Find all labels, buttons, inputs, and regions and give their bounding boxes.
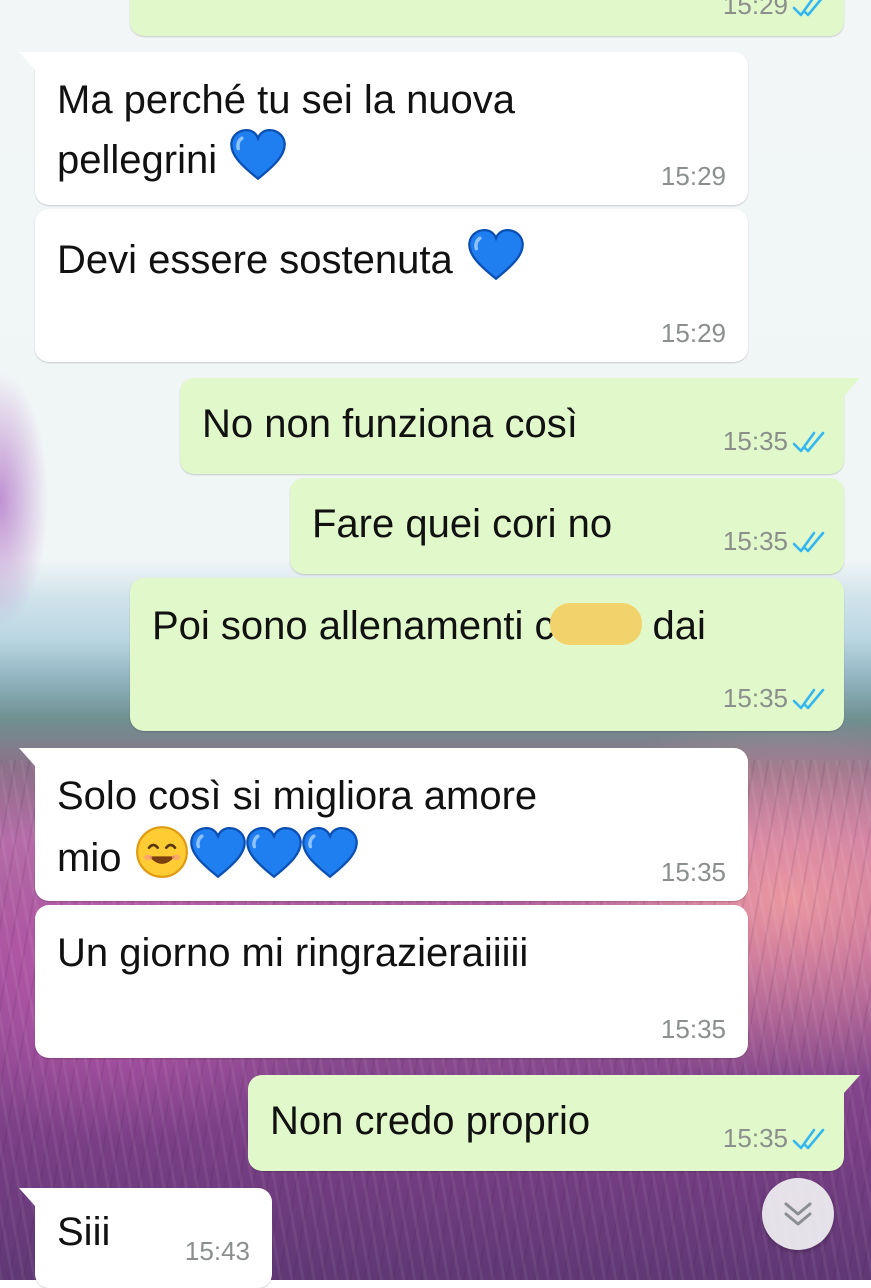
- message-text: Poi sono allenamenti c: [152, 604, 555, 648]
- smiling-face-emoji-icon: [135, 825, 189, 879]
- scroll-to-bottom-button[interactable]: [762, 1178, 834, 1250]
- message-time: 15:35: [722, 526, 788, 556]
- read-receipt-icon: [792, 0, 826, 18]
- read-receipt-icon: [792, 530, 826, 554]
- outgoing-message[interactable]: Non credo proprio 15:35: [248, 1075, 860, 1171]
- message-text: Un giorno mi ringrazieraiiiii: [57, 931, 529, 975]
- incoming-message[interactable]: Ma perché tu sei la nuova pellegrini 15:…: [19, 52, 748, 205]
- outgoing-message[interactable]: Fare quei cori no 15:35: [290, 478, 844, 574]
- message-text: No non funziona così: [202, 402, 578, 446]
- read-receipt-icon: [792, 430, 826, 454]
- double-chevron-down-icon: [784, 1202, 812, 1226]
- read-receipt-icon: [792, 687, 826, 711]
- read-receipt-icon: [792, 1127, 826, 1151]
- message-time: 15:43: [184, 1236, 250, 1266]
- message-text: Fare quei cori no: [312, 502, 613, 546]
- outgoing-message[interactable]: No non funziona così 15:35: [180, 378, 860, 474]
- message-text: Siii: [57, 1210, 111, 1254]
- incoming-message[interactable]: Un giorno mi ringrazieraiiiii 15:35: [35, 905, 748, 1058]
- blue-heart-emoji-icon: [189, 827, 247, 879]
- message-time: 15:35: [660, 857, 726, 887]
- message-time: 15:29: [722, 0, 788, 20]
- incoming-message[interactable]: Devi essere sostenuta 15:29: [35, 209, 748, 362]
- message-time: 15:35: [722, 1123, 788, 1153]
- message-text: Devi essere sostenuta: [57, 238, 453, 282]
- blue-heart-emoji-icon: [467, 229, 525, 281]
- outgoing-message-partial[interactable]: 15:29: [130, 0, 844, 36]
- message-time: 15:35: [660, 1014, 726, 1044]
- incoming-message[interactable]: Siii 15:43: [19, 1188, 272, 1288]
- blue-heart-emoji-icon: [229, 129, 287, 181]
- message-time: 15:29: [660, 318, 726, 348]
- message-time: 15:35: [722, 426, 788, 456]
- message-text-after-redaction: dai: [652, 604, 706, 648]
- message-text: Non credo proprio: [270, 1099, 591, 1143]
- incoming-message[interactable]: Solo così si migliora amore mio 15:35: [19, 748, 748, 901]
- message-time: 15:35: [722, 683, 788, 713]
- outgoing-message[interactable]: Poi sono allenamenti c dai 15:35: [130, 578, 844, 731]
- redaction-marker: [550, 603, 643, 645]
- message-time: 15:29: [660, 161, 726, 191]
- blue-heart-emoji-icon: [245, 827, 303, 879]
- blue-heart-emoji-icon: [301, 827, 359, 879]
